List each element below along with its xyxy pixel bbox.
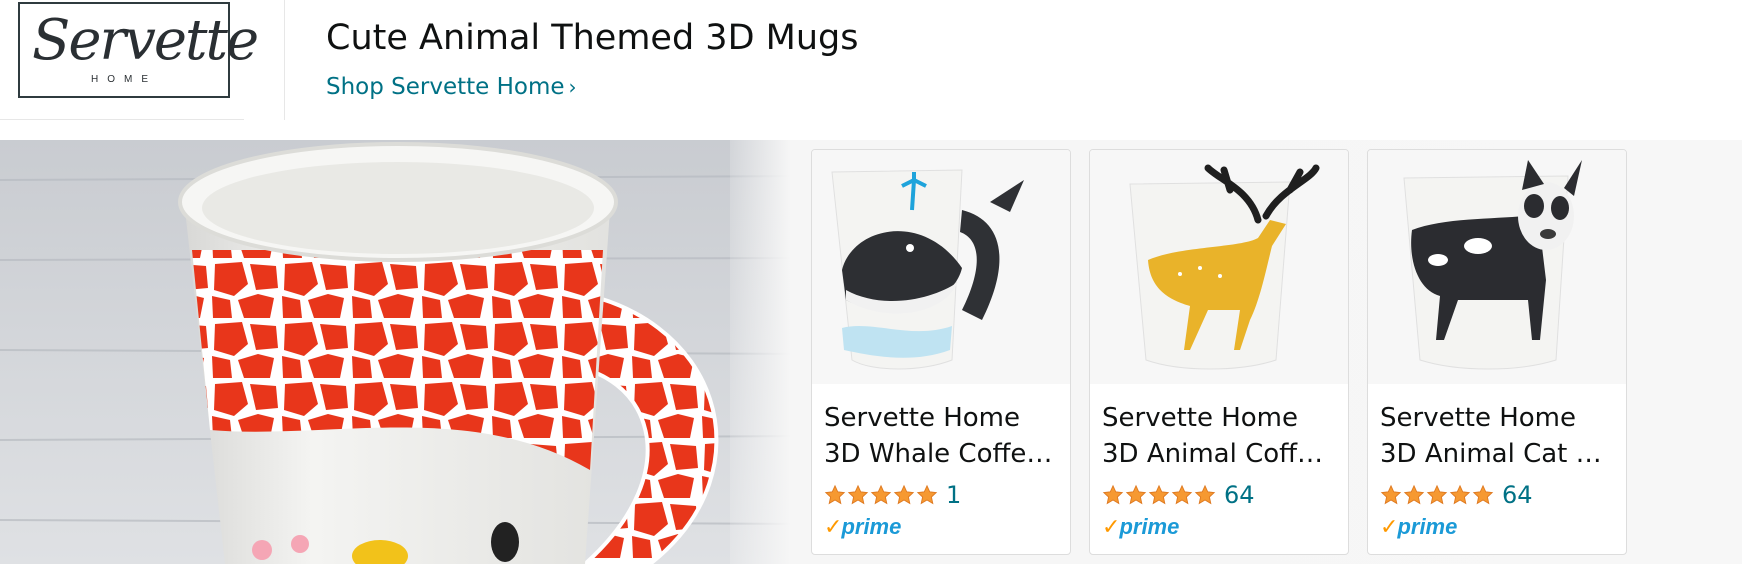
product-card[interactable]: Servette Home 3D Animal Coff… 64 ✓ prime [1089,149,1349,555]
star-rating [824,484,938,506]
star-icon [1125,484,1147,505]
star-rating [1102,484,1216,506]
star-icon [1472,484,1494,505]
product-title-line2: 3D Whale Coffe… [824,439,1053,469]
rating-row[interactable]: 1 [824,480,961,510]
star-icon [1194,484,1216,505]
header-divider [284,0,285,120]
whale-mug-image[interactable] [812,150,1070,384]
product-title[interactable]: Servette Home 3D Whale Coffe… [824,400,1060,472]
dog-mug-image[interactable] [1368,150,1626,384]
product-title[interactable]: Servette Home 3D Animal Cat L… [1380,400,1616,472]
prime-badge: ✓ prime [824,512,901,542]
prime-badge: ✓ prime [1102,512,1179,542]
banner-headline: Cute Animal Themed 3D Mugs [326,18,859,58]
rating-row[interactable]: 64 [1380,480,1533,510]
brand-logo: Servette HOME [18,2,259,98]
chevron-right-icon: › [568,75,577,99]
prime-label: prime [1397,514,1458,539]
star-icon [1449,484,1471,505]
product-title-line2: 3D Animal Cat L… [1380,439,1616,469]
star-icon [1426,484,1448,505]
rating-count-link[interactable]: 64 [1224,481,1255,509]
star-icon [1102,484,1124,505]
star-rating [1380,484,1494,506]
brand-logo-link[interactable]: Servette HOME [0,0,259,120]
star-icon [893,484,915,505]
prime-check-icon: ✓ [824,514,843,540]
sponsored-brand-banner: Servette HOME Cute Animal Themed 3D Mugs… [0,0,1742,564]
star-icon [870,484,892,505]
logo-script-text: Servette [32,8,259,73]
prime-check-icon: ✓ [1380,514,1399,540]
shop-brand-link-label: Shop Servette Home [326,74,565,100]
prime-check-icon: ✓ [1102,514,1121,540]
product-title-line2: 3D Animal Coff… [1102,439,1324,469]
product-card[interactable]: Servette Home 3D Animal Cat L… 64 ✓ prime [1367,149,1627,555]
logo-sub-text: HOME [91,74,157,85]
rating-count-link[interactable]: 1 [946,481,961,509]
star-icon [824,484,846,505]
deer-mug-image[interactable] [1090,150,1348,384]
product-title[interactable]: Servette Home 3D Animal Coff… [1102,400,1338,472]
shop-brand-link[interactable]: Shop Servette Home › [326,74,577,100]
star-icon [847,484,869,505]
rating-count-link[interactable]: 64 [1502,481,1533,509]
star-icon [1380,484,1402,505]
rating-row[interactable]: 64 [1102,480,1255,510]
product-title-line1: Servette Home [1102,403,1299,433]
star-icon [1403,484,1425,505]
product-title-line1: Servette Home [1380,403,1577,433]
prime-label: prime [1119,514,1180,539]
prime-badge: ✓ prime [1380,512,1457,542]
star-icon [1171,484,1193,505]
giraffe-mug-hero-image[interactable] [0,140,810,564]
product-title-line1: Servette Home [824,403,1021,433]
star-icon [1148,484,1170,505]
star-icon [916,484,938,505]
prime-label: prime [841,514,902,539]
product-card[interactable]: Servette Home 3D Whale Coffe… 1 ✓ prime [811,149,1071,555]
